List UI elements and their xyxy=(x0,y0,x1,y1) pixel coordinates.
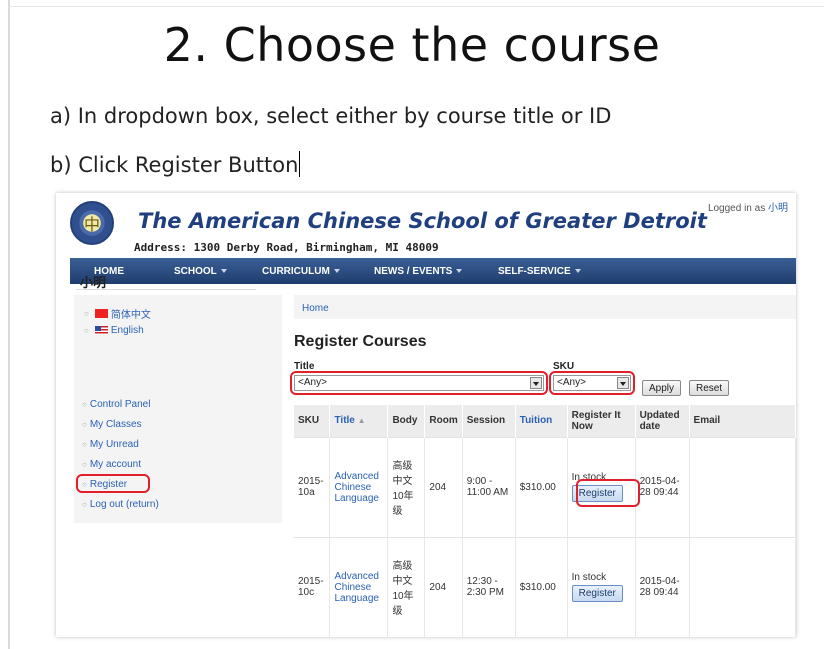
bullet-icon: ○ xyxy=(84,309,89,318)
col-sku[interactable]: SKU xyxy=(294,405,331,437)
breadcrumb-home[interactable]: Home xyxy=(302,303,329,314)
col-updated: Updated date xyxy=(635,405,690,437)
sidebar-item-label: My account xyxy=(89,459,141,470)
language-english[interactable]: ○ English xyxy=(84,325,144,336)
cell-email xyxy=(689,536,796,637)
table-row: 2015-10a Advanced Chinese Language 高级中文1… xyxy=(294,436,796,537)
logged-in-prefix: Logged in as xyxy=(707,203,766,214)
logged-in-user-link[interactable]: 小明 xyxy=(768,203,788,214)
stock-status: In stock xyxy=(571,572,607,584)
slide-top-border xyxy=(8,6,824,7)
website-screenshot: 中 The American Chinese School of Greater… xyxy=(56,193,796,637)
slide-left-border xyxy=(8,0,10,649)
cell-tuition: $310.00 xyxy=(515,436,568,537)
cell-title-link[interactable]: Advanced Chinese Language xyxy=(329,536,389,637)
col-body: Body xyxy=(387,405,426,437)
reset-button[interactable]: Reset xyxy=(689,380,730,396)
slide-title: 2. Choose the course xyxy=(163,18,661,72)
nav-curriculum-label: CURRICULUM xyxy=(262,265,330,277)
col-title-label: Title xyxy=(334,415,355,427)
sidebar-item-my-account[interactable]: ○ My account xyxy=(82,459,141,470)
text-cursor xyxy=(299,151,301,177)
table-row: 2015-10c Advanced Chinese Language 高级中文1… xyxy=(294,536,796,637)
cell-body: 高级中文10年级 xyxy=(387,536,426,637)
bullet-icon: ○ xyxy=(82,420,87,429)
cell-title-link[interactable]: Advanced Chinese Language xyxy=(329,436,389,537)
courses-table: SKU Title ▲ Body Room Session Tuition Re… xyxy=(294,405,796,637)
language-english-label: English xyxy=(110,325,144,336)
sku-select-highlight-ring xyxy=(549,371,635,395)
sidebar-item-label: Log out (return) xyxy=(89,499,159,510)
sidebar-item-label: My Unread xyxy=(89,439,139,450)
chevron-down-icon xyxy=(220,269,227,273)
main-nav: HOME SCHOOL CURRICULUM NEWS / EVENTS SEL… xyxy=(70,258,796,284)
page-title: Register Courses xyxy=(294,333,427,350)
school-address: Address: 1300 Derby Road, Birmingham, MI… xyxy=(134,241,439,254)
chevron-down-icon xyxy=(574,269,581,273)
nav-curriculum[interactable]: CURRICULUM xyxy=(262,266,340,277)
cell-room: 204 xyxy=(424,436,463,537)
register-highlight-ring xyxy=(76,474,150,493)
sidebar-item-label: My Classes xyxy=(89,419,142,430)
cell-body: 高级中文10年级 xyxy=(387,436,426,537)
cell-sku: 2015-10a xyxy=(294,436,331,537)
col-register: Register It Now xyxy=(567,405,636,437)
us-flag-icon xyxy=(94,326,108,335)
cell-tuition: $310.00 xyxy=(515,536,568,637)
sidebar-item-log-out[interactable]: ○ Log out (return) xyxy=(82,499,159,510)
cell-session: 12:30 - 2:30 PM xyxy=(462,536,516,637)
cell-updated: 2015-04-28 09:44 xyxy=(635,536,690,637)
register-button[interactable]: Register xyxy=(571,585,623,603)
nav-news-events-label: NEWS / EVENTS xyxy=(374,265,453,277)
language-chinese-label: 简体中文 xyxy=(110,310,151,321)
logo-glyph: 中 xyxy=(83,217,100,234)
title-select-highlight-ring xyxy=(290,371,548,395)
sort-ascending-icon: ▲ xyxy=(357,416,366,426)
nav-self-service[interactable]: SELF-SERVICE xyxy=(498,266,581,277)
bullet-icon: ○ xyxy=(82,400,87,409)
bullet-icon: ○ xyxy=(82,460,87,469)
apply-button[interactable]: Apply xyxy=(642,380,682,396)
sidebar-item-label: Control Panel xyxy=(89,399,151,410)
col-title[interactable]: Title ▲ xyxy=(329,405,389,437)
col-room: Room xyxy=(424,405,463,437)
cell-register: In stock Register xyxy=(567,536,636,637)
sidebar-item-control-panel[interactable]: ○ Control Panel xyxy=(82,399,150,410)
school-logo: 中 xyxy=(70,201,114,245)
chevron-down-icon xyxy=(333,269,340,273)
table-header-row: SKU Title ▲ Body Room Session Tuition Re… xyxy=(294,405,796,437)
cell-email xyxy=(689,436,796,537)
nav-school-label: SCHOOL xyxy=(174,265,217,277)
school-name[interactable]: The American Chinese School of Greater D… xyxy=(138,209,707,233)
register-button-highlight-ring xyxy=(576,479,640,507)
chevron-down-icon xyxy=(456,269,463,273)
cell-room: 204 xyxy=(424,536,463,637)
sidebar-divider xyxy=(76,289,256,290)
cell-updated: 2015-04-28 09:44 xyxy=(635,436,690,537)
bullet-icon: ○ xyxy=(84,326,89,335)
bullet-icon: ○ xyxy=(82,440,87,449)
col-email: Email xyxy=(689,405,796,437)
cn-flag-icon xyxy=(94,309,108,318)
instruction-a: a) In dropdown box, select either by cou… xyxy=(50,104,612,128)
cell-session: 9:00 - 11:00 AM xyxy=(462,436,516,537)
instruction-b-text: b) Click Register Button xyxy=(50,153,299,177)
col-tuition-label: Tuition xyxy=(519,415,553,427)
nav-school[interactable]: SCHOOL xyxy=(174,266,227,277)
nav-news-events[interactable]: NEWS / EVENTS xyxy=(374,265,463,277)
sidebar-item-my-unread[interactable]: ○ My Unread xyxy=(82,439,139,450)
instruction-b: b) Click Register Button xyxy=(50,151,301,177)
col-session: Session xyxy=(462,405,516,437)
col-tuition[interactable]: Tuition xyxy=(515,405,568,437)
cell-sku: 2015-10c xyxy=(294,536,331,637)
nav-self-service-label: SELF-SERVICE xyxy=(498,265,571,277)
sidebar-item-my-classes[interactable]: ○ My Classes xyxy=(82,419,142,430)
logged-in-status: Logged in as 小明 xyxy=(708,199,788,214)
breadcrumb-bar xyxy=(294,295,796,319)
language-chinese[interactable]: ○ 简体中文 xyxy=(84,306,151,321)
bullet-icon: ○ xyxy=(82,500,87,509)
